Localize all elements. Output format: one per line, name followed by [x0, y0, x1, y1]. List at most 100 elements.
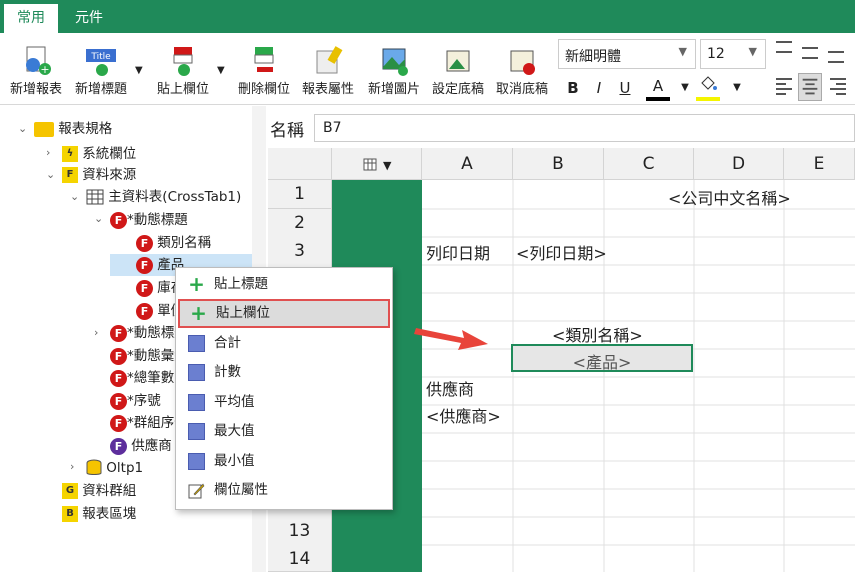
cancel-draft-icon: [510, 50, 535, 75]
cancel-draft-label: 取消底稿: [495, 82, 548, 97]
chevron-right-icon[interactable]: ›: [46, 146, 50, 159]
context-menu-item-sum[interactable]: 合計: [176, 329, 392, 358]
cell-print-date[interactable]: <列印日期>: [516, 240, 607, 264]
column-header-c[interactable]: C: [604, 148, 694, 180]
tree-node-supplier[interactable]: F 供應商: [110, 435, 172, 457]
align-top-icon[interactable]: [776, 41, 792, 53]
paint-bucket-icon: [701, 76, 717, 90]
context-menu-item-max[interactable]: 最大值: [176, 417, 392, 446]
tree-node-report-spec[interactable]: 報表規格: [34, 118, 112, 140]
chevron-down-icon[interactable]: ⌄: [46, 168, 55, 181]
font-family-value: 新細明體: [565, 49, 621, 65]
ribbon-tab-bar: 常用 元件: [0, 0, 855, 33]
block-icon: B: [62, 506, 78, 522]
cell-category-name[interactable]: <類別名稱>: [552, 322, 643, 346]
row-header-14[interactable]: 14: [268, 545, 332, 572]
name-bar: 名稱 B7: [266, 112, 855, 144]
plus-icon: +: [188, 272, 205, 296]
column-menu-button[interactable]: ▼: [332, 148, 422, 180]
column-header-d[interactable]: D: [694, 148, 784, 180]
database-icon: [86, 459, 102, 475]
tree-node-serial[interactable]: F *序號: [110, 390, 161, 412]
chevron-down-icon[interactable]: ⌄: [18, 122, 27, 135]
tab-home[interactable]: 常用: [4, 4, 58, 33]
chevron-right-icon[interactable]: ›: [70, 460, 74, 473]
row-header-1[interactable]: 1: [268, 180, 332, 209]
fill-color-button[interactable]: [696, 75, 720, 101]
columns-icon: [363, 158, 377, 171]
new-title-button[interactable]: Title 新增標題: [68, 33, 134, 101]
tree-node-system-fields[interactable]: ϟ 系統欄位: [62, 143, 136, 165]
chevron-down-icon: ▼: [382, 159, 392, 172]
field-icon: F: [136, 256, 153, 274]
ribbon: + 新增報表 Title 新增標題 ▼ 貼上欄位 ▼ 刪除欄位 報表屬性 新增圖…: [0, 33, 855, 105]
align-left-icon[interactable]: [774, 75, 794, 99]
font-size-select[interactable]: 12 ▼: [700, 39, 766, 69]
chevron-right-icon[interactable]: ›: [94, 326, 98, 339]
context-menu-item-min[interactable]: 最小值: [176, 447, 392, 476]
cell-product-selected[interactable]: <產品>: [511, 344, 693, 372]
tab-components[interactable]: 元件: [60, 4, 118, 33]
new-image-button[interactable]: 新增圖片: [362, 33, 426, 101]
align-middle-icon[interactable]: [802, 47, 818, 59]
calculator-icon: [188, 423, 205, 440]
tree-node-oltp1[interactable]: Oltp1: [86, 457, 143, 479]
new-image-icon: [382, 48, 408, 76]
row-header-2[interactable]: 2: [268, 209, 332, 238]
tree-node-total-count[interactable]: F *總筆數: [110, 367, 174, 389]
align-center-icon[interactable]: [798, 73, 822, 101]
context-menu-item-average[interactable]: 平均值: [176, 388, 392, 417]
set-draft-label: 設定底稿: [431, 82, 484, 97]
delete-field-label: 刪除欄位: [237, 82, 290, 97]
tree-node-data-source[interactable]: F 資料來源: [62, 164, 136, 186]
cell-supplier[interactable]: <供應商>: [426, 403, 501, 427]
column-header-b[interactable]: B: [513, 148, 604, 180]
context-menu-item-field-properties[interactable]: 欄位屬性: [176, 476, 392, 505]
new-report-button[interactable]: + 新增報表: [4, 33, 68, 101]
delete-field-icon: [254, 47, 274, 72]
align-bottom-icon[interactable]: [828, 51, 844, 63]
context-menu-item-count[interactable]: 計數: [176, 358, 392, 387]
field-icon: F: [136, 279, 153, 297]
folder-icon: [34, 121, 54, 137]
cell-name-input[interactable]: B7: [314, 114, 855, 142]
paste-field-button[interactable]: 貼上欄位: [150, 33, 216, 101]
chevron-down-icon[interactable]: ⌄: [94, 212, 103, 225]
italic-button[interactable]: I: [588, 75, 610, 101]
set-draft-button[interactable]: 設定底稿: [426, 33, 490, 101]
new-title-dropdown-icon[interactable]: ▼: [135, 65, 143, 76]
cell-print-date-label[interactable]: 列印日期: [426, 240, 490, 264]
row-header-3[interactable]: 3: [268, 237, 332, 266]
tree-node-dynamic-title[interactable]: F *動態標題: [110, 209, 188, 231]
tree-node-category-name[interactable]: F 類別名稱: [136, 232, 211, 254]
grid-corner: [268, 148, 332, 180]
plus-icon: +: [190, 301, 207, 325]
cancel-draft-button[interactable]: 取消底稿: [490, 33, 554, 101]
cell-company-name[interactable]: <公司中文名稱>: [668, 185, 791, 209]
tree-node-main-table[interactable]: 主資料表(CrossTab1): [86, 186, 241, 208]
font-color-dropdown-icon[interactable]: ▼: [674, 75, 696, 101]
underline-button[interactable]: U: [614, 75, 636, 101]
tree-node-report-block[interactable]: B 報表區塊: [62, 503, 136, 525]
chevron-down-icon[interactable]: ⌄: [70, 190, 79, 203]
font-color-button[interactable]: A: [646, 75, 670, 101]
new-image-label: 新增圖片: [367, 82, 420, 97]
align-right-icon[interactable]: [828, 75, 848, 99]
row-header-13[interactable]: 13: [268, 517, 332, 546]
font-family-select[interactable]: 新細明體 ▼: [558, 39, 696, 69]
report-properties-button[interactable]: 報表屬性: [296, 33, 360, 101]
context-menu-item-paste-field[interactable]: + 貼上欄位: [178, 299, 390, 328]
field-icon: F: [110, 324, 127, 342]
fill-color-dropdown-icon[interactable]: ▼: [726, 75, 748, 101]
delete-field-button[interactable]: 刪除欄位: [232, 33, 296, 101]
field-source-icon: F: [62, 167, 78, 183]
column-header-e[interactable]: E: [784, 148, 855, 180]
arrow-right-icon: [414, 328, 488, 350]
column-header-a[interactable]: A: [422, 148, 513, 180]
paste-field-dropdown-icon[interactable]: ▼: [217, 65, 225, 76]
cell-supplier-label[interactable]: 供應商: [426, 376, 474, 400]
tree-node-data-group[interactable]: G 資料群組: [62, 480, 136, 502]
context-menu-item-paste-title[interactable]: + 貼上標題: [176, 270, 392, 299]
bold-button[interactable]: B: [562, 75, 584, 101]
new-title-label: 新增標題: [74, 82, 127, 97]
